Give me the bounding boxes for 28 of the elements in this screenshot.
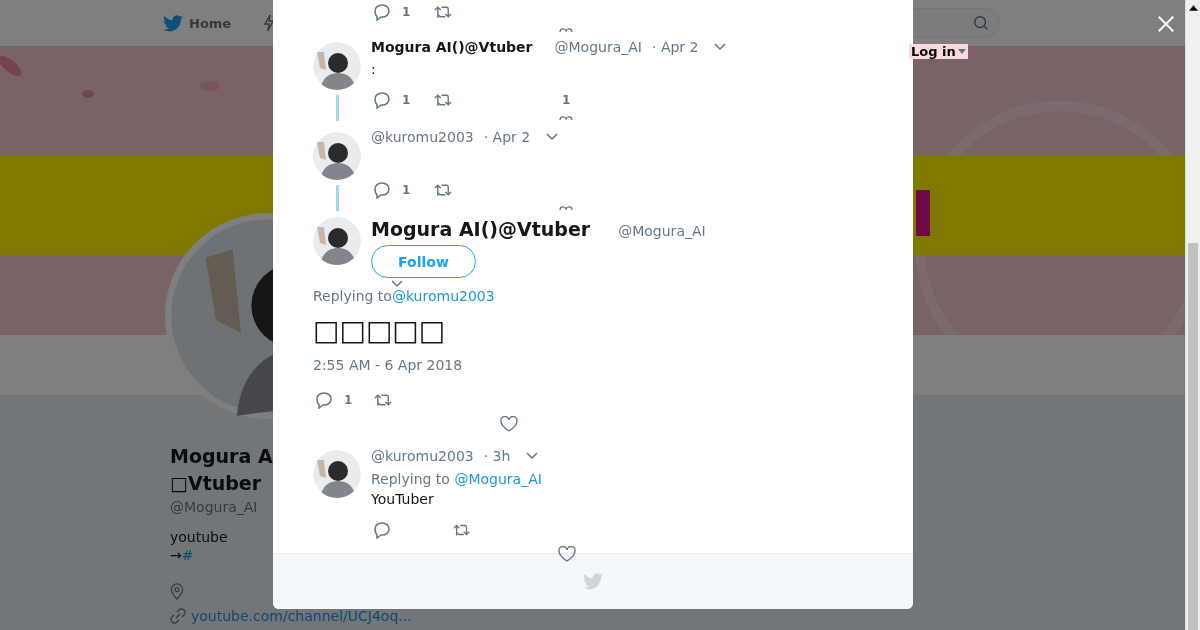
location-icon: [170, 583, 184, 600]
tweet-text: YouTuber: [371, 490, 435, 509]
scroll-up-icon[interactable]: [1188, 5, 1198, 11]
home-link[interactable]: Home: [189, 15, 232, 31]
caret-icon[interactable]: [526, 452, 539, 460]
close-icon[interactable]: [1157, 15, 1175, 33]
replying-to-label: Replying to: [371, 471, 450, 487]
reply-count: 1: [402, 4, 412, 19]
mention-link[interactable]: @Mogura_AI: [454, 471, 542, 487]
reply-icon[interactable]: [373, 521, 391, 539]
search-icon[interactable]: [973, 15, 989, 31]
author-handle[interactable]: @kuromu2003: [371, 448, 474, 464]
profile-name: Mogura A □Vtuber: [170, 444, 272, 496]
profile-bio: youtube: [170, 529, 229, 545]
arrow-text: →: [170, 547, 182, 563]
profile-handle: @Mogura_AI: [170, 499, 259, 515]
reply-count: 1: [344, 393, 354, 407]
bird-icon: [583, 573, 603, 590]
tweet-time[interactable]: · 3h: [483, 448, 511, 464]
reply-icon[interactable]: [373, 2, 391, 21]
avatar[interactable]: [313, 450, 361, 498]
scrollbar[interactable]: [1185, 0, 1200, 630]
lightning-icon[interactable]: [264, 14, 275, 32]
tweet-date: 2:55 AM - 6 Apr 2018: [313, 357, 464, 373]
heart-icon[interactable]: [558, 546, 576, 562]
reply-icon[interactable]: [315, 391, 333, 409]
heart-icon[interactable]: [500, 416, 518, 432]
link-icon: [170, 608, 186, 624]
